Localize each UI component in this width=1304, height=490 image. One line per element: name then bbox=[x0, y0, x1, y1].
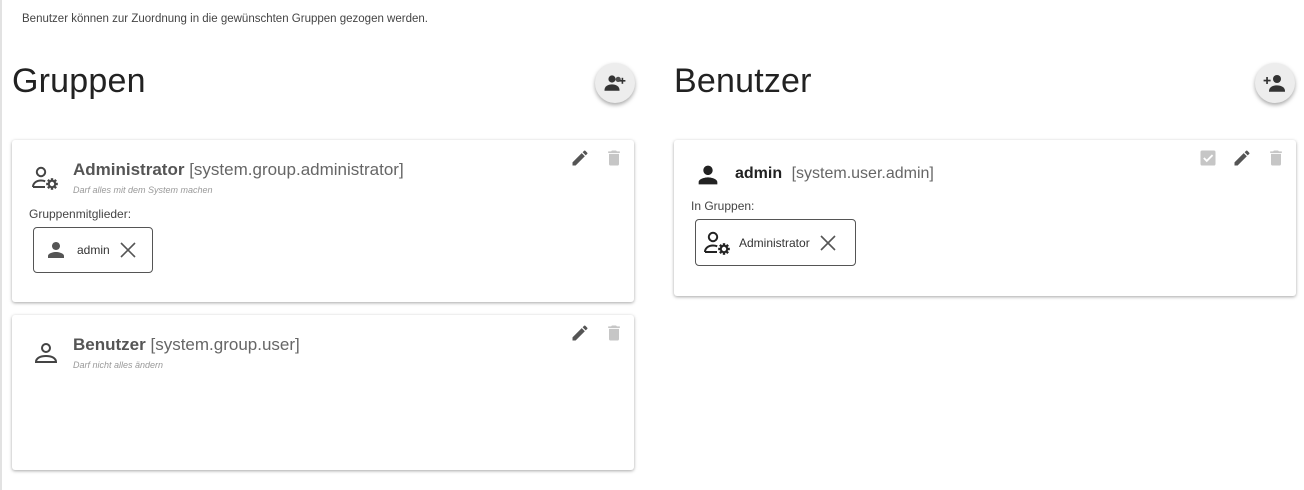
page-left-border bbox=[0, 0, 2, 490]
add-user-button[interactable] bbox=[1255, 63, 1295, 103]
card-actions bbox=[570, 323, 624, 343]
delete-icon[interactable] bbox=[604, 323, 624, 343]
group-chip-label: Administrator bbox=[739, 235, 810, 250]
users-title: Benutzer bbox=[674, 62, 812, 100]
group-description: Darf nicht alles ändern bbox=[73, 360, 164, 370]
group-name: Administrator bbox=[73, 160, 185, 179]
add-group-icon bbox=[603, 71, 627, 95]
user-groups-label: In Gruppen: bbox=[691, 199, 755, 213]
instruction-text: Benutzer können zur Zuordnung in die gew… bbox=[22, 13, 428, 25]
group-id: [system.group.user] bbox=[150, 335, 300, 354]
member-chip-admin[interactable]: admin bbox=[33, 227, 153, 273]
delete-icon[interactable] bbox=[1266, 148, 1286, 168]
group-title: Benutzer [system.group.user] bbox=[73, 335, 300, 355]
group-name: Benutzer bbox=[73, 335, 146, 354]
person-icon bbox=[694, 161, 722, 194]
edit-icon[interactable] bbox=[570, 323, 590, 343]
edit-icon[interactable] bbox=[570, 148, 590, 168]
edit-icon[interactable] bbox=[1232, 148, 1252, 168]
groups-title: Gruppen bbox=[12, 62, 146, 100]
person-outline-icon bbox=[33, 340, 59, 371]
delete-icon[interactable] bbox=[604, 148, 624, 168]
group-id: [system.group.administrator] bbox=[189, 160, 404, 179]
checkbox-icon[interactable] bbox=[1198, 148, 1218, 168]
user-card-admin[interactable]: admin [system.user.admin] In Gruppen: Ad… bbox=[674, 140, 1296, 296]
member-chip-label: admin bbox=[77, 243, 110, 257]
person-icon bbox=[44, 238, 68, 262]
group-settings-icon bbox=[703, 229, 733, 257]
group-description: Darf alles mit dem System machen bbox=[73, 185, 213, 195]
group-title: Administrator [system.group.administrato… bbox=[73, 160, 404, 180]
group-members-label: Gruppenmitglieder: bbox=[29, 207, 132, 221]
user-title: admin [system.user.admin] bbox=[735, 165, 934, 183]
add-user-icon bbox=[1263, 71, 1287, 95]
add-group-button[interactable] bbox=[595, 63, 635, 103]
user-name: admin bbox=[735, 165, 783, 182]
group-chip-administrator[interactable]: Administrator bbox=[695, 219, 856, 266]
remove-member-icon[interactable] bbox=[119, 241, 137, 259]
card-actions bbox=[570, 148, 624, 168]
card-actions bbox=[1198, 148, 1286, 168]
remove-group-icon[interactable] bbox=[819, 234, 837, 252]
group-card-administrator[interactable]: Administrator [system.group.administrato… bbox=[12, 140, 634, 302]
group-card-user[interactable]: Benutzer [system.group.user] Darf nicht … bbox=[12, 315, 634, 470]
user-id: [system.user.admin] bbox=[791, 165, 934, 182]
group-settings-icon bbox=[31, 164, 61, 197]
